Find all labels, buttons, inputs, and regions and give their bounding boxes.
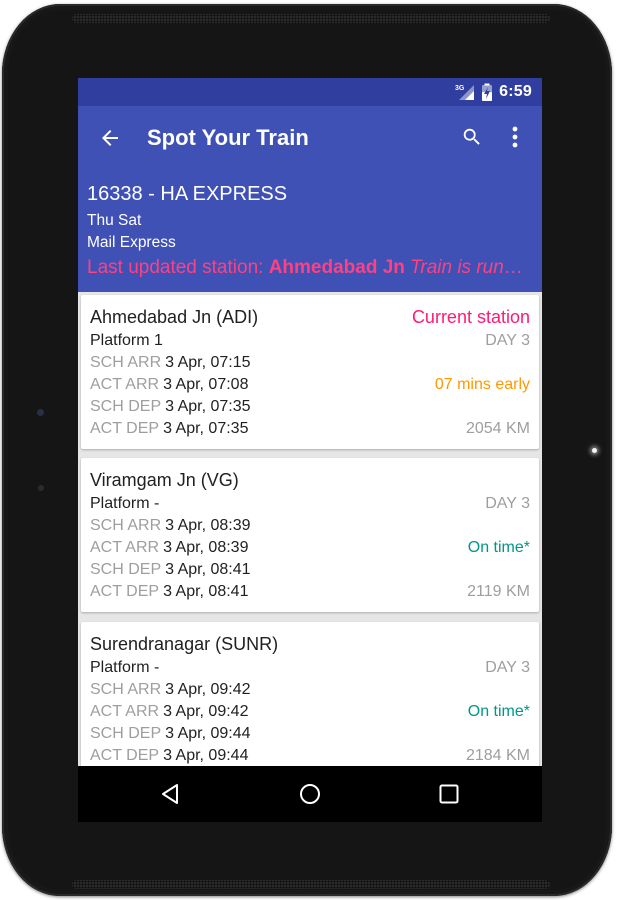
station-card[interactable]: Surendranagar (SUNR) Platform - DAY 3 SC… [81, 622, 539, 766]
sch-dep-value: 3 Apr, 07:35 [165, 398, 251, 415]
sch-dep-label: SCH DEP [90, 398, 162, 415]
notification-led [592, 448, 597, 453]
day: DAY 3 [485, 332, 530, 349]
toolbar: Spot Your Train [78, 106, 542, 168]
station-name: Ahmedabad Jn (ADI) [90, 307, 259, 327]
scheduled-arrival: SCH ARR 3 Apr, 08:39 [90, 517, 251, 535]
bottom-speaker-grille [72, 880, 550, 889]
platform: Platform - [90, 659, 160, 676]
current-station-badge: Current station [411, 307, 530, 327]
platform: Platform - [90, 495, 160, 512]
nav-recents-icon[interactable] [437, 782, 461, 806]
act-dep-label: ACT DEP [90, 420, 160, 437]
distance: 2119 KM [467, 583, 530, 600]
light-sensor [38, 485, 44, 491]
actual-arrival: ACT ARR 3 Apr, 08:39 [90, 539, 248, 557]
station-name: Viramgam Jn (VG) [90, 470, 239, 490]
clock: 6:59 [499, 83, 532, 100]
act-arr-label: ACT ARR [90, 703, 160, 720]
arrow-back-icon[interactable] [98, 126, 122, 150]
signal-3g-icon: 3G [455, 85, 475, 100]
act-dep-value: 3 Apr, 09:44 [163, 747, 249, 764]
top-speaker-grille [72, 14, 550, 23]
day: DAY 3 [485, 659, 530, 676]
distance: 2184 KM [465, 747, 530, 764]
act-dep-value: 3 Apr, 08:41 [163, 583, 249, 600]
scheduled-departure: SCH DEP 3 Apr, 09:44 [90, 725, 251, 743]
navigation-bar [78, 766, 542, 822]
act-arr-value: 3 Apr, 09:42 [163, 703, 249, 720]
scheduled-arrival: SCH ARR 3 Apr, 07:15 [90, 354, 251, 372]
app-title: Spot Your Train [147, 125, 309, 150]
day: DAY 3 [485, 495, 530, 512]
sch-arr-label: SCH ARR [90, 517, 162, 534]
search-icon[interactable] [461, 126, 483, 148]
last-updated-status: Train is running... [410, 257, 533, 278]
scheduled-departure: SCH DEP 3 Apr, 08:41 [90, 561, 251, 579]
station-list[interactable]: Ahmedabad Jn (ADI) Current station Platf… [78, 292, 542, 766]
status-bar: 3G 6:59 [78, 78, 542, 106]
train-name: 16338 - HA EXPRESS [87, 183, 288, 205]
act-dep-label: ACT DEP [90, 583, 160, 600]
nav-back-icon[interactable] [158, 782, 182, 806]
last-updated-label: Last updated station: [87, 257, 269, 278]
sch-arr-value: 3 Apr, 09:42 [165, 681, 251, 698]
actual-departure: ACT DEP 3 Apr, 07:35 [90, 420, 248, 438]
scheduled-departure: SCH DEP 3 Apr, 07:35 [90, 398, 251, 416]
sch-arr-value: 3 Apr, 08:39 [165, 517, 251, 534]
nav-home-icon[interactable] [298, 782, 322, 806]
more-vert-icon[interactable] [505, 126, 525, 148]
act-arr-label: ACT ARR [90, 539, 160, 556]
delay-status: 07 mins early [434, 376, 530, 393]
sch-dep-label: SCH DEP [90, 561, 162, 578]
sch-dep-value: 3 Apr, 08:41 [165, 561, 251, 578]
station-name: Surendranagar (SUNR) [90, 634, 279, 654]
sch-dep-value: 3 Apr, 09:44 [165, 725, 251, 742]
actual-arrival: ACT ARR 3 Apr, 07:08 [90, 376, 248, 394]
sch-arr-label: SCH ARR [90, 681, 162, 698]
actual-departure: ACT DEP 3 Apr, 09:44 [90, 747, 248, 765]
distance: 2054 KM [465, 420, 530, 437]
act-arr-value: 3 Apr, 07:08 [163, 376, 249, 393]
last-updated-station-name: Ahmedabad Jn [268, 257, 405, 278]
act-arr-value: 3 Apr, 08:39 [163, 539, 249, 556]
station-card[interactable]: Ahmedabad Jn (ADI) Current station Platf… [81, 295, 539, 449]
screen: 3G 6:59 Spot Your Train 16338 - HA EXPRE… [78, 78, 542, 822]
platform: Platform 1 [90, 332, 163, 349]
station-card[interactable]: Viramgam Jn (VG) Platform - DAY 3 SCH AR… [81, 458, 539, 612]
act-arr-label: ACT ARR [90, 376, 160, 393]
train-run-days: Thu Sat [87, 212, 142, 229]
train-type: Mail Express [87, 234, 176, 251]
sch-arr-value: 3 Apr, 07:15 [165, 354, 251, 371]
svg-text:3G: 3G [455, 85, 465, 92]
scheduled-arrival: SCH ARR 3 Apr, 09:42 [90, 681, 251, 699]
sch-arr-label: SCH ARR [90, 354, 162, 371]
act-dep-label: ACT DEP [90, 747, 160, 764]
actual-arrival: ACT ARR 3 Apr, 09:42 [90, 703, 248, 721]
front-camera [37, 409, 44, 416]
act-dep-value: 3 Apr, 07:35 [163, 420, 249, 437]
battery-charging-icon [482, 83, 493, 101]
delay-status: On time* [467, 703, 530, 720]
sch-dep-label: SCH DEP [90, 725, 162, 742]
last-updated-station: Last updated station: Ahmedabad Jn Train… [87, 257, 533, 279]
actual-departure: ACT DEP 3 Apr, 08:41 [90, 583, 248, 601]
app-bar: Spot Your Train 16338 - HA EXPRESS Thu S… [78, 106, 542, 292]
delay-status: On time* [467, 539, 530, 556]
